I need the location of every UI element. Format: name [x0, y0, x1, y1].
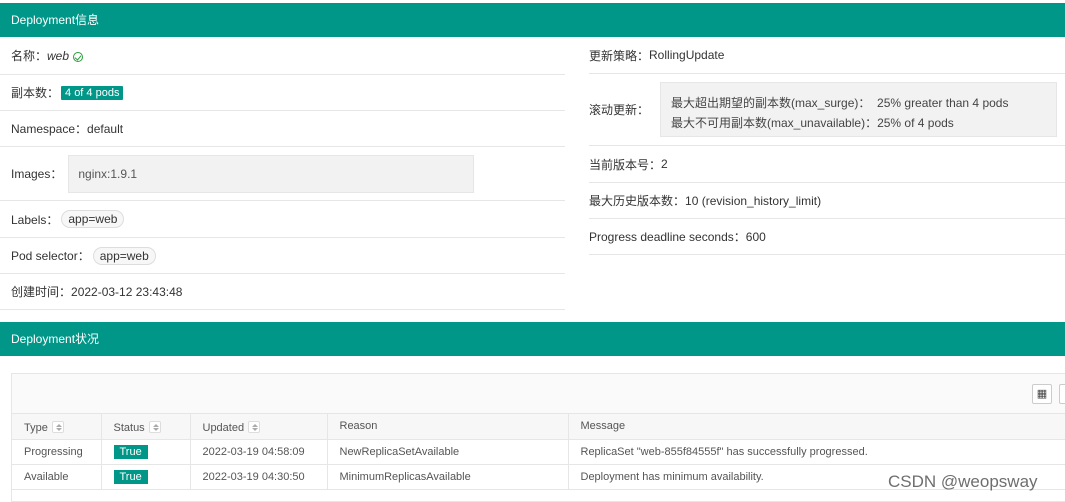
table-toolbar: ▦ — [12, 374, 1065, 414]
rolling-update-label: 滚动更新： — [589, 103, 650, 117]
max-surge-text: 最大超出期望的副本数(max_surge)： 25% greater than … — [671, 96, 1009, 110]
deadline-row: Progress deadline seconds： 600 — [589, 219, 1065, 255]
replicas-label: 副本数： — [11, 86, 60, 100]
name-value: web — [47, 48, 70, 63]
grid-icon: ▦ — [1036, 388, 1048, 400]
namespace-value: default — [87, 121, 124, 136]
columns-toggle-button[interactable]: ▦ — [1032, 384, 1052, 404]
table-header-row: Type Status Updated Reason Message — [12, 414, 1065, 440]
namespace-row: Namespace： default — [0, 111, 565, 147]
deadline-label: Progress deadline seconds： — [589, 230, 746, 244]
cell-reason: NewReplicaSetAvailable — [327, 439, 569, 465]
strategy-row: 更新策略： RollingUpdate — [589, 37, 1065, 74]
table-row: Progressing True 2022-03-19 04:58:09 New… — [12, 439, 1065, 465]
strategy-value: RollingUpdate — [649, 48, 725, 62]
created-row: 创建时间： 2022-03-12 23:43:48 — [0, 274, 565, 310]
info-left-column: 名称： web 副本数： 4 of 4 pods Namespace： defa… — [0, 37, 565, 310]
revision-label: 当前版本号： — [589, 157, 662, 172]
revision-row: 当前版本号： 2 — [589, 146, 1065, 183]
watermark-text: CSDN @weopsway — [888, 472, 1038, 491]
name-row: 名称： web — [0, 37, 565, 75]
images-row: Images： nginx:1.9.1 — [0, 147, 565, 201]
replicas-badge: 4 of 4 pods — [61, 85, 124, 100]
strategy-label: 更新策略： — [589, 48, 650, 63]
toolbar-extra-button[interactable] — [1059, 384, 1065, 404]
max-unavailable-text: 最大不可用副本数(max_unavailable)：25% of 4 pods — [671, 116, 954, 130]
col-header-status[interactable]: Status — [101, 414, 191, 440]
info-right-column: 更新策略： RollingUpdate 滚动更新： 最大超出期望的副本数(max… — [589, 37, 1065, 255]
created-label: 创建时间： — [11, 285, 72, 299]
history-row: 最大历史版本数： 10 (revision_history_limit) — [589, 183, 1065, 219]
deployment-info-header: Deployment信息 — [0, 3, 1065, 37]
deployment-status-header: Deployment状况 — [0, 322, 1065, 356]
cell-status: True — [101, 464, 191, 490]
replicas-row: 副本数： 4 of 4 pods — [0, 75, 565, 111]
cell-status: True — [101, 439, 191, 465]
history-label: 最大历史版本数： — [589, 194, 686, 208]
labels-row: Labels： app=web — [0, 201, 565, 238]
name-label: 名称： — [11, 49, 48, 63]
namespace-label: Namespace： — [11, 122, 88, 136]
col-header-updated[interactable]: Updated — [190, 414, 328, 440]
col-header-type[interactable]: Type — [12, 414, 102, 440]
label-tag: app=web — [61, 210, 125, 228]
labels-label: Labels： — [11, 212, 59, 227]
selector-label: Pod selector： — [11, 249, 90, 263]
selector-tag: app=web — [92, 246, 156, 265]
cell-type: Available — [12, 464, 102, 490]
status-badge: True — [113, 444, 148, 459]
status-badge: True — [113, 469, 148, 484]
col-header-reason: Reason — [327, 414, 569, 440]
rolling-update-box: 最大超出期望的副本数(max_surge)： 25% greater than … — [660, 82, 1058, 137]
images-label: Images： — [11, 167, 63, 181]
selector-row: Pod selector： app=web — [0, 238, 565, 274]
revision-value: 2 — [661, 157, 668, 171]
sort-icon[interactable] — [248, 420, 261, 433]
cell-reason: MinimumReplicasAvailable — [327, 464, 569, 490]
deadline-value: 600 — [745, 229, 766, 244]
cell-updated: 2022-03-19 04:30:50 — [190, 464, 328, 490]
cell-message: ReplicaSet "web-855f84555f" has successf… — [568, 439, 1065, 465]
check-circle-icon — [73, 51, 84, 62]
rolling-update-row: 滚动更新： 最大超出期望的副本数(max_surge)： 25% greater… — [589, 74, 1065, 146]
history-value: 10 (revision_history_limit) — [685, 193, 822, 208]
cell-type: Progressing — [12, 439, 102, 465]
created-value: 2022-03-12 23:43:48 — [71, 284, 183, 299]
cell-updated: 2022-03-19 04:58:09 — [190, 439, 328, 465]
images-value-box: nginx:1.9.1 — [68, 154, 475, 193]
col-header-message: Message — [568, 414, 1065, 440]
sort-icon[interactable] — [51, 420, 64, 433]
sort-icon[interactable] — [148, 420, 161, 433]
